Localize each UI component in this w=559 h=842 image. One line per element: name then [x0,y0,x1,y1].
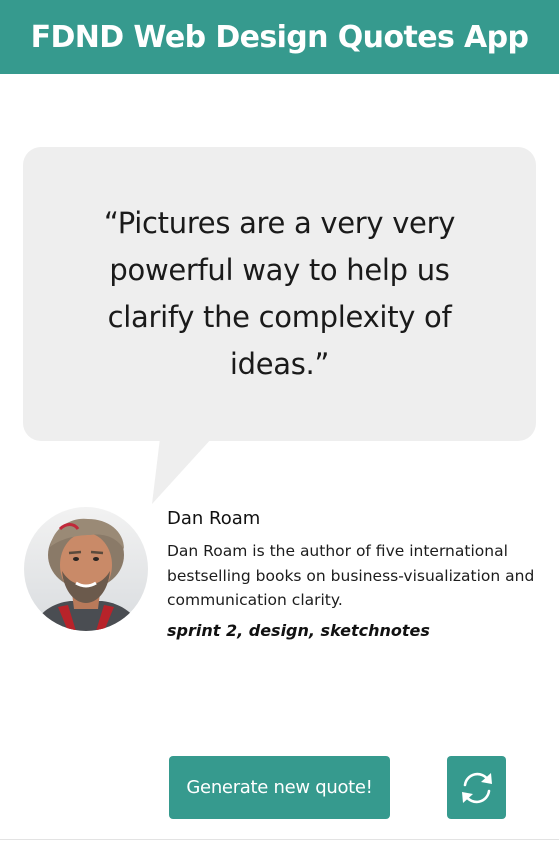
quotes-app: FDND Web Design Quotes App “Pictures are… [0,0,559,842]
speech-bubble-tail [152,438,212,504]
author-bio: Dan Roam is the author of five internati… [167,542,535,609]
refresh-icon [461,772,492,803]
author-tags: sprint 2, design, sketchnotes [167,620,430,640]
author-photo-icon [24,507,148,631]
app-title: FDND Web Design Quotes App [30,19,529,55]
quote-text: “Pictures are a very very powerful way t… [103,206,456,381]
author-avatar [24,507,148,631]
author-info: Dan Roam Dan Roam is the author of five … [167,505,537,643]
quote-bubble: “Pictures are a very very powerful way t… [23,147,536,441]
refresh-button[interactable] [447,756,506,819]
app-header: FDND Web Design Quotes App [0,0,559,74]
generate-quote-button[interactable]: Generate new quote! [169,756,390,819]
author-name: Dan Roam [167,508,261,529]
footer-divider [0,839,559,840]
